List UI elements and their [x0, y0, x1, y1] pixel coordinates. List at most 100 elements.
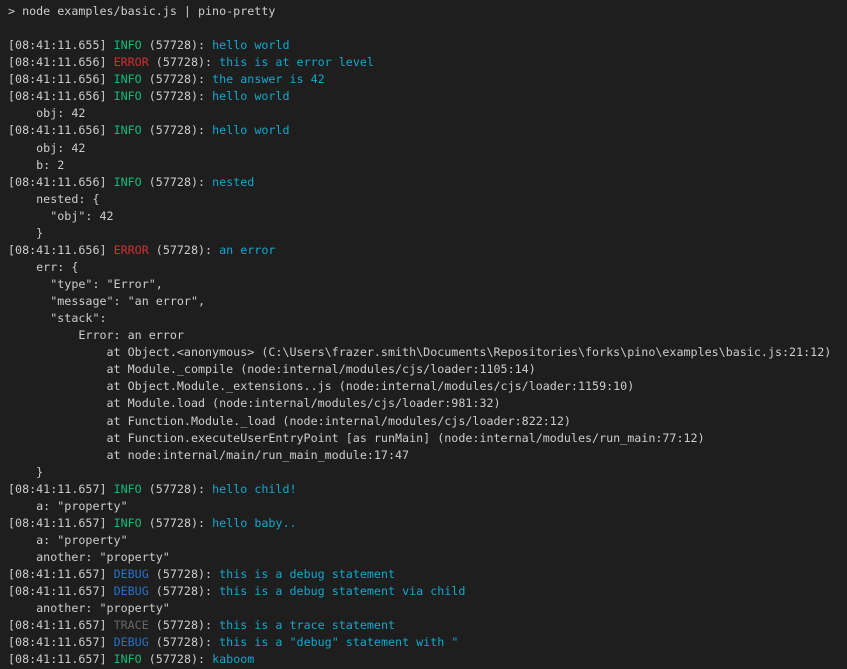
- terminal-line: > node examples/basic.js | pino-pretty: [8, 3, 847, 20]
- terminal-line: [8, 20, 847, 37]
- terminal-line: [08:41:11.656] ERROR (57728): an error: [8, 242, 847, 259]
- terminal-line: [08:41:11.656] ERROR (57728): this is at…: [8, 54, 847, 71]
- log-detail-text: another: "property": [8, 601, 170, 615]
- log-timestamp: [08:41:11.656]: [8, 55, 114, 69]
- terminal-line: err: {: [8, 259, 847, 276]
- blank-line: [8, 21, 15, 35]
- command-text: > node examples/basic.js | pino-pretty: [8, 4, 275, 18]
- log-detail-text: Error: an error: [8, 328, 184, 342]
- log-message: this is at error level: [219, 55, 374, 69]
- log-pid: (57728):: [142, 89, 212, 103]
- log-timestamp: [08:41:11.657]: [8, 584, 114, 598]
- log-pid: (57728):: [149, 635, 219, 649]
- terminal-line: "obj": 42: [8, 208, 847, 225]
- terminal-line: [08:41:11.656] INFO (57728): the answer …: [8, 71, 847, 88]
- log-timestamp: [08:41:11.655]: [8, 38, 114, 52]
- log-level: DEBUG: [114, 584, 149, 598]
- terminal-line: obj: 42: [8, 105, 847, 122]
- terminal-line: at Function.Module._load (node:internal/…: [8, 413, 847, 430]
- log-message: this is a debug statement via child: [219, 584, 465, 598]
- terminal-line: at Module._compile (node:internal/module…: [8, 361, 847, 378]
- log-timestamp: [08:41:11.656]: [8, 89, 114, 103]
- log-pid: (57728):: [149, 618, 219, 632]
- log-pid: (57728):: [149, 584, 219, 598]
- log-pid: (57728):: [142, 38, 212, 52]
- log-message: kaboom: [212, 652, 254, 666]
- log-level: INFO: [114, 482, 142, 496]
- log-message: the answer is 42: [212, 72, 325, 86]
- log-detail-text: }: [8, 465, 43, 479]
- log-level: INFO: [114, 72, 142, 86]
- terminal-line: [08:41:11.657] TRACE (57728): this is a …: [8, 617, 847, 634]
- terminal-line: Error: an error: [8, 327, 847, 344]
- log-timestamp: [08:41:11.657]: [8, 652, 114, 666]
- log-detail-text: obj: 42: [8, 141, 85, 155]
- log-pid: (57728):: [149, 243, 219, 257]
- log-pid: (57728):: [142, 175, 212, 189]
- log-detail-text: "type": "Error",: [8, 277, 163, 291]
- log-message: this is a "debug" statement with ": [219, 635, 458, 649]
- log-pid: (57728):: [149, 55, 219, 69]
- terminal-line: at Function.executeUserEntryPoint [as ru…: [8, 430, 847, 447]
- log-level: ERROR: [114, 55, 149, 69]
- log-message: hello world: [212, 89, 289, 103]
- log-detail-text: a: "property": [8, 499, 128, 513]
- log-timestamp: [08:41:11.656]: [8, 123, 114, 137]
- log-pid: (57728):: [149, 567, 219, 581]
- log-level: INFO: [114, 652, 142, 666]
- log-level: TRACE: [114, 618, 149, 632]
- log-level: INFO: [114, 123, 142, 137]
- log-timestamp: [08:41:11.656]: [8, 243, 114, 257]
- log-detail-text: nested: {: [8, 192, 99, 206]
- log-detail-text: at Function.executeUserEntryPoint [as ru…: [8, 431, 705, 445]
- log-level: INFO: [114, 175, 142, 189]
- log-timestamp: [08:41:11.657]: [8, 635, 114, 649]
- terminal-line: [08:41:11.656] INFO (57728): hello world: [8, 88, 847, 105]
- terminal-line: a: "property": [8, 532, 847, 549]
- terminal-line: "message": "an error",: [8, 293, 847, 310]
- log-level: INFO: [114, 516, 142, 530]
- log-message: an error: [219, 243, 275, 257]
- log-detail-text: at Object.<anonymous> (C:\Users\frazer.s…: [8, 345, 831, 359]
- log-timestamp: [08:41:11.656]: [8, 72, 114, 86]
- log-message: this is a trace statement: [219, 618, 395, 632]
- log-pid: (57728):: [142, 123, 212, 137]
- log-detail-text: at Object.Module._extensions..js (node:i…: [8, 379, 634, 393]
- log-message: hello world: [212, 123, 289, 137]
- log-detail-text: "message": "an error",: [8, 294, 205, 308]
- log-timestamp: [08:41:11.656]: [8, 175, 114, 189]
- log-level: INFO: [114, 38, 142, 52]
- log-level: ERROR: [114, 243, 149, 257]
- log-detail-text: at Module.load (node:internal/modules/cj…: [8, 396, 501, 410]
- log-detail-text: err: {: [8, 260, 78, 274]
- terminal-line: at Object.<anonymous> (C:\Users\frazer.s…: [8, 344, 847, 361]
- terminal-line: [08:41:11.657] INFO (57728): hello child…: [8, 481, 847, 498]
- log-detail-text: }: [8, 226, 43, 240]
- log-detail-text: obj: 42: [8, 106, 85, 120]
- terminal-line: [08:41:11.657] DEBUG (57728): this is a …: [8, 566, 847, 583]
- terminal-output: > node examples/basic.js | pino-pretty […: [8, 3, 847, 668]
- terminal-line: [08:41:11.656] INFO (57728): nested: [8, 174, 847, 191]
- terminal-line: "stack":: [8, 310, 847, 327]
- log-level: DEBUG: [114, 567, 149, 581]
- terminal-line: at node:internal/main/run_main_module:17…: [8, 447, 847, 464]
- terminal-line: [08:41:11.656] INFO (57728): hello world: [8, 122, 847, 139]
- terminal-line: }: [8, 464, 847, 481]
- log-pid: (57728):: [142, 482, 212, 496]
- log-detail-text: b: 2: [8, 158, 64, 172]
- log-pid: (57728):: [142, 72, 212, 86]
- terminal-line: a: "property": [8, 498, 847, 515]
- terminal-line: [08:41:11.657] INFO (57728): hello baby.…: [8, 515, 847, 532]
- terminal-line: obj: 42: [8, 140, 847, 157]
- log-timestamp: [08:41:11.657]: [8, 482, 114, 496]
- log-level: DEBUG: [114, 635, 149, 649]
- log-detail-text: "stack":: [8, 311, 107, 325]
- log-detail-text: a: "property": [8, 533, 128, 547]
- log-detail-text: at Function.Module._load (node:internal/…: [8, 414, 571, 428]
- log-detail-text: "obj": 42: [8, 209, 114, 223]
- log-pid: (57728):: [142, 516, 212, 530]
- terminal-window: > node examples/basic.js | pino-pretty […: [0, 0, 847, 669]
- terminal-line: at Module.load (node:internal/modules/cj…: [8, 395, 847, 412]
- terminal-line: nested: {: [8, 191, 847, 208]
- terminal-line: b: 2: [8, 157, 847, 174]
